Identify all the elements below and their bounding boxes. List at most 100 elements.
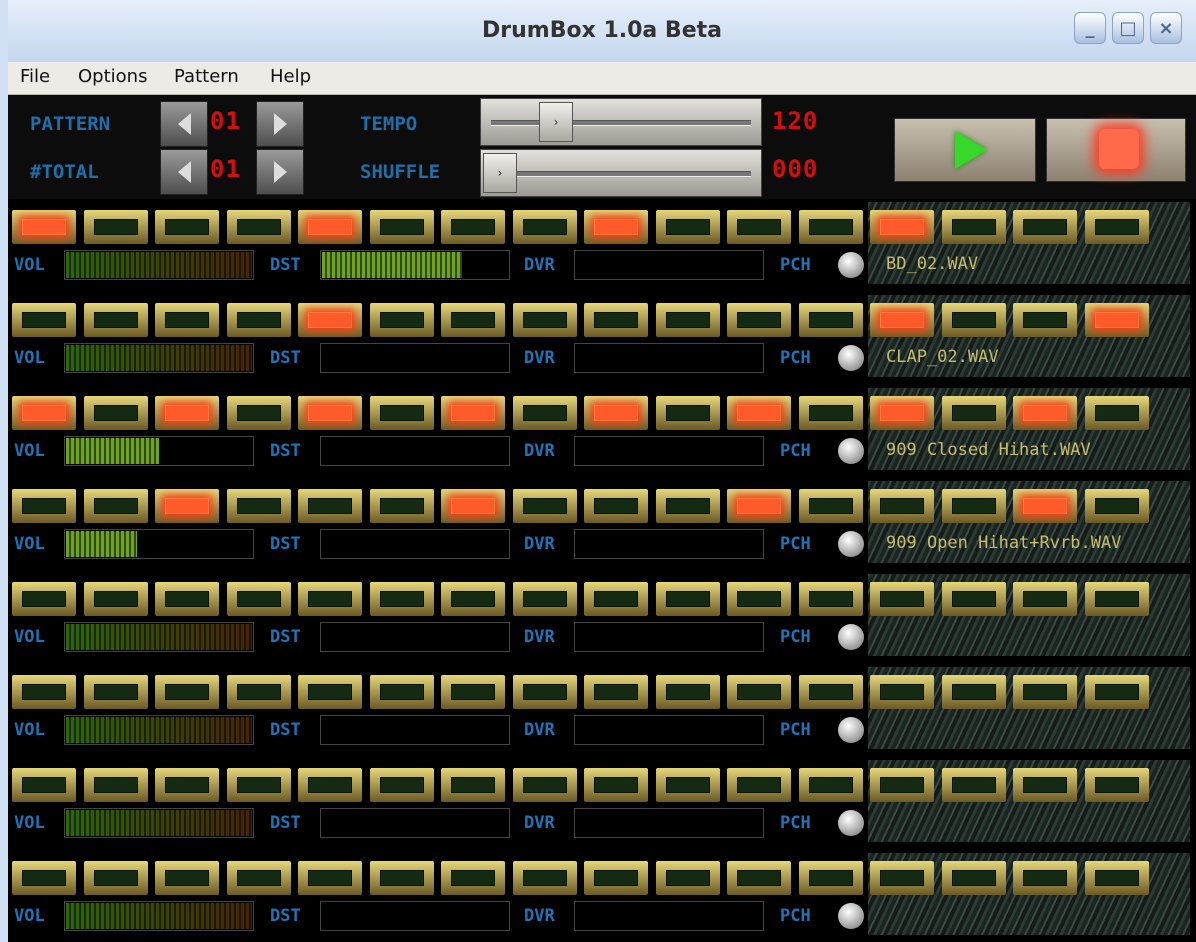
menu-pattern[interactable]: Pattern: [174, 66, 239, 87]
step-button[interactable]: [83, 210, 148, 244]
dvr-meter[interactable]: [574, 808, 764, 838]
vol-meter[interactable]: [64, 715, 254, 745]
step-button[interactable]: [870, 582, 934, 616]
step-button[interactable]: [798, 396, 863, 430]
sample-name[interactable]: 909 Open Hihat+Rvrb.WAV: [886, 533, 1121, 553]
step-button[interactable]: [12, 675, 76, 709]
step-button[interactable]: [512, 210, 577, 244]
shuffle-slider-thumb[interactable]: ›: [483, 153, 517, 193]
step-button[interactable]: [584, 675, 648, 709]
step-button[interactable]: [226, 489, 291, 523]
step-button[interactable]: [655, 210, 720, 244]
sample-name[interactable]: 909 Closed Hihat.WAV: [886, 440, 1091, 460]
step-button[interactable]: [155, 489, 219, 523]
step-button[interactable]: [12, 489, 76, 523]
step-button[interactable]: [12, 210, 76, 244]
step-button[interactable]: [369, 768, 434, 802]
dvr-meter[interactable]: [574, 715, 764, 745]
step-button[interactable]: [655, 582, 720, 616]
step-button[interactable]: [655, 489, 720, 523]
dst-meter[interactable]: [320, 622, 510, 652]
step-button[interactable]: [155, 768, 219, 802]
step-button[interactable]: [512, 675, 577, 709]
step-button[interactable]: [298, 582, 362, 616]
step-button[interactable]: [870, 396, 934, 430]
dst-meter[interactable]: [320, 436, 510, 466]
step-button[interactable]: [441, 768, 505, 802]
dvr-meter[interactable]: [574, 529, 764, 559]
dvr-meter[interactable]: [574, 250, 764, 280]
tempo-slider-thumb[interactable]: ›: [539, 102, 573, 142]
stop-button[interactable]: [1046, 118, 1186, 182]
step-button[interactable]: [83, 489, 148, 523]
step-button[interactable]: [727, 861, 791, 895]
step-button[interactable]: [941, 768, 1006, 802]
step-button[interactable]: [584, 768, 648, 802]
step-button[interactable]: [369, 861, 434, 895]
step-button[interactable]: [655, 768, 720, 802]
step-button[interactable]: [870, 861, 934, 895]
step-button[interactable]: [155, 861, 219, 895]
step-button[interactable]: [226, 675, 291, 709]
shuffle-slider[interactable]: ›: [480, 149, 762, 197]
tempo-slider[interactable]: ›: [480, 98, 762, 146]
dst-meter[interactable]: [320, 808, 510, 838]
menu-options[interactable]: Options: [78, 66, 147, 87]
vol-meter[interactable]: [64, 808, 254, 838]
step-button[interactable]: [512, 582, 577, 616]
step-button[interactable]: [941, 396, 1006, 430]
step-button[interactable]: [584, 210, 648, 244]
dvr-meter[interactable]: [574, 901, 764, 931]
step-button[interactable]: [798, 582, 863, 616]
vol-meter[interactable]: [64, 436, 254, 466]
total-prev-button[interactable]: [160, 149, 208, 195]
step-button[interactable]: [1013, 210, 1077, 244]
step-button[interactable]: [512, 768, 577, 802]
step-button[interactable]: [584, 303, 648, 337]
step-button[interactable]: [298, 303, 362, 337]
step-button[interactable]: [798, 489, 863, 523]
step-button[interactable]: [298, 768, 362, 802]
dst-meter[interactable]: [320, 343, 510, 373]
step-button[interactable]: [941, 582, 1006, 616]
step-button[interactable]: [226, 210, 291, 244]
step-button[interactable]: [226, 768, 291, 802]
step-button[interactable]: [655, 303, 720, 337]
step-button[interactable]: [727, 489, 791, 523]
step-button[interactable]: [155, 303, 219, 337]
dst-meter[interactable]: [320, 901, 510, 931]
vol-meter[interactable]: [64, 250, 254, 280]
play-button[interactable]: [894, 118, 1036, 182]
step-button[interactable]: [870, 489, 934, 523]
step-button[interactable]: [655, 675, 720, 709]
step-button[interactable]: [441, 210, 505, 244]
step-button[interactable]: [83, 303, 148, 337]
step-button[interactable]: [369, 210, 434, 244]
step-button[interactable]: [441, 582, 505, 616]
pitch-knob[interactable]: [838, 531, 864, 557]
step-button[interactable]: [727, 582, 791, 616]
step-button[interactable]: [441, 675, 505, 709]
step-button[interactable]: [870, 210, 934, 244]
step-button[interactable]: [1013, 582, 1077, 616]
pitch-knob[interactable]: [838, 903, 864, 929]
step-button[interactable]: [1084, 303, 1149, 337]
step-button[interactable]: [941, 303, 1006, 337]
step-button[interactable]: [369, 303, 434, 337]
step-button[interactable]: [1084, 210, 1149, 244]
minimize-button[interactable]: _: [1074, 12, 1106, 44]
pitch-knob[interactable]: [838, 252, 864, 278]
step-button[interactable]: [941, 861, 1006, 895]
step-button[interactable]: [226, 396, 291, 430]
pitch-knob[interactable]: [838, 717, 864, 743]
step-button[interactable]: [798, 675, 863, 709]
dvr-meter[interactable]: [574, 436, 764, 466]
step-button[interactable]: [298, 675, 362, 709]
menu-file[interactable]: File: [20, 66, 50, 87]
step-button[interactable]: [155, 675, 219, 709]
step-button[interactable]: [12, 303, 76, 337]
step-button[interactable]: [83, 675, 148, 709]
pitch-knob[interactable]: [838, 438, 864, 464]
step-button[interactable]: [870, 768, 934, 802]
close-button[interactable]: ×: [1150, 12, 1182, 44]
